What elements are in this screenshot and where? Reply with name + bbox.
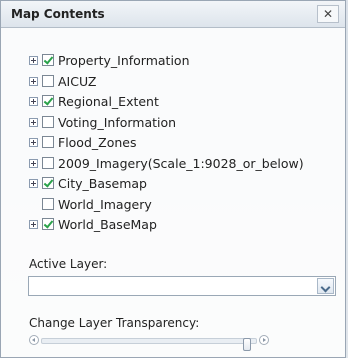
expand-plus-icon[interactable]	[29, 56, 38, 65]
chevron-down-icon[interactable]	[317, 278, 334, 294]
layer-checkbox[interactable]	[42, 197, 54, 210]
layer-checkbox[interactable]	[42, 156, 54, 169]
layer-label[interactable]: 2009_Imagery(Scale_1:9028_or_below)	[58, 156, 304, 171]
expand-plus-icon[interactable]	[29, 179, 38, 188]
slider-track[interactable]	[41, 338, 257, 351]
layer-checkbox[interactable]	[42, 136, 54, 148]
layer-row: Flood_Zones	[1, 133, 345, 154]
layer-checkbox[interactable]	[42, 74, 54, 87]
transparency-slider[interactable]	[29, 334, 269, 351]
expand-plus-icon[interactable]	[29, 158, 38, 168]
layer-row: 2009_Imagery(Scale_1:9028_or_below)	[1, 154, 345, 175]
active-layer-label: Active Layer:	[29, 257, 108, 271]
layer-row: World_BaseMap	[1, 215, 345, 236]
close-button[interactable]: ✕	[317, 5, 339, 23]
expand-plus-icon[interactable]	[29, 138, 38, 147]
expand-plus-icon[interactable]	[29, 220, 38, 229]
layer-checkbox[interactable]	[42, 54, 54, 66]
layer-checkbox[interactable]	[42, 95, 54, 107]
layer-checkbox[interactable]	[42, 115, 54, 128]
layer-label[interactable]: City_Basemap	[58, 176, 147, 191]
layer-label[interactable]: AICUZ	[58, 74, 96, 89]
layer-label[interactable]: Flood_Zones	[58, 135, 136, 150]
active-layer-select[interactable]	[28, 276, 336, 296]
expand-plus-icon[interactable]	[29, 97, 38, 106]
layer-row: AICUZ	[1, 72, 345, 93]
slider-thumb[interactable]	[243, 338, 251, 351]
panel-title: Map Contents	[11, 7, 105, 21]
layer-row: Property_Information	[1, 51, 345, 72]
layer-row: Voting_Information	[1, 113, 345, 134]
layer-label[interactable]: World_BaseMap	[58, 217, 157, 232]
layer-label[interactable]: Regional_Extent	[58, 94, 159, 109]
map-contents-panel: Map Contents ✕ Property_Information AICUZ…	[0, 0, 346, 358]
slider-increase-icon[interactable]	[259, 335, 269, 345]
layer-checkbox[interactable]	[42, 218, 54, 230]
layer-tree: Property_Information AICUZ Regional_Extent…	[1, 28, 345, 236]
layer-row: World_Imagery	[1, 195, 345, 216]
layer-label[interactable]: World_Imagery	[58, 197, 152, 212]
close-icon: ✕	[322, 7, 334, 21]
slider-decrease-icon[interactable]	[29, 335, 39, 345]
layer-label[interactable]: Property_Information	[58, 53, 190, 68]
layer-checkbox[interactable]	[42, 177, 54, 189]
transparency-label: Change Layer Transparency:	[29, 316, 200, 330]
layer-row: Regional_Extent	[1, 92, 345, 113]
layer-row: City_Basemap	[1, 174, 345, 195]
layer-label[interactable]: Voting_Information	[58, 115, 176, 130]
panel-titlebar: Map Contents ✕	[1, 1, 345, 28]
expand-plus-icon[interactable]	[29, 117, 38, 127]
expand-plus-icon[interactable]	[29, 76, 38, 86]
